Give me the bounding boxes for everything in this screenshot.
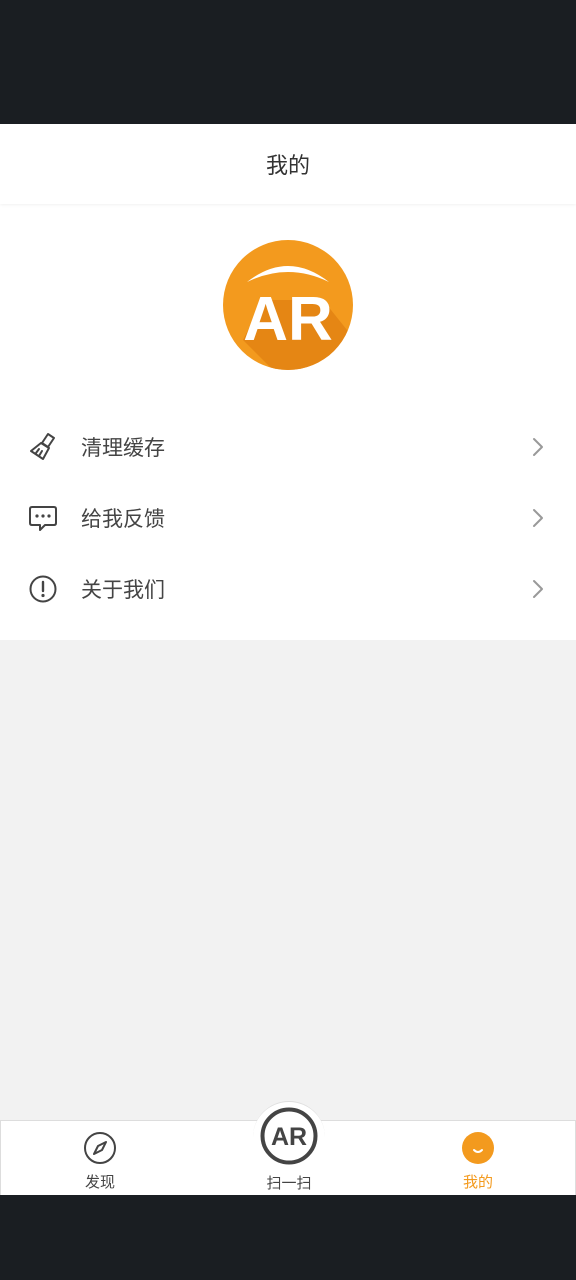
smile-face-icon	[462, 1132, 494, 1164]
menu-item-about-us[interactable]: 关于我们	[0, 553, 576, 624]
ar-scan-icon: AR	[260, 1107, 318, 1165]
tab-bar: 发现 AR 扫一扫 我的	[0, 1101, 576, 1195]
tab-label: 扫一扫	[266, 1174, 312, 1192]
chevron-right-icon	[533, 579, 543, 598]
nav-header: 我的	[0, 124, 576, 204]
compass-icon	[84, 1132, 116, 1164]
brush-icon	[27, 431, 59, 463]
menu-item-label: 清理缓存	[81, 435, 165, 460]
menu-item-clear-cache[interactable]: 清理缓存	[0, 411, 576, 482]
app-screen: 我的 AR 清理缓存 给我反馈 关于我们 发现 AR 扫一扫 我的	[0, 124, 576, 1195]
system-navigation-bar	[0, 1195, 576, 1280]
svg-text:AR: AR	[271, 1123, 307, 1151]
chevron-right-icon	[533, 437, 543, 456]
chevron-right-icon	[533, 508, 543, 527]
tab-scan[interactable]: AR 扫一扫	[219, 1103, 359, 1195]
profile-card: AR 清理缓存 给我反馈 关于我们	[0, 204, 576, 640]
tab-label: 发现	[84, 1173, 115, 1191]
status-bar	[0, 0, 576, 124]
menu-item-label: 关于我们	[81, 577, 165, 602]
info-circle-icon	[27, 573, 59, 605]
tab-label: 我的	[462, 1173, 493, 1191]
menu-item-label: 给我反馈	[81, 506, 165, 531]
menu-item-feedback[interactable]: 给我反馈	[0, 482, 576, 553]
ar-logo-icon[interactable]: AR	[223, 240, 353, 370]
menu-list: 清理缓存 给我反馈 关于我们	[0, 411, 576, 624]
chat-bubble-icon	[27, 502, 59, 534]
page-title: 我的	[265, 154, 310, 179]
svg-text:AR: AR	[243, 285, 333, 354]
tab-mine[interactable]: 我的	[408, 1121, 548, 1195]
tab-discover[interactable]: 发现	[30, 1121, 170, 1195]
